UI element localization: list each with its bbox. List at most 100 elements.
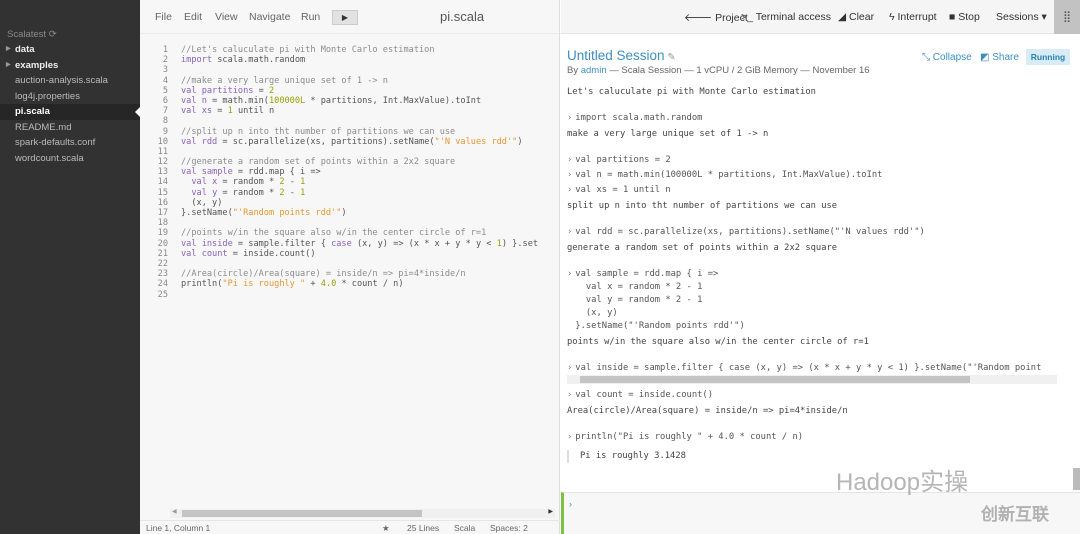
code-token: import (181, 55, 213, 66)
console-horizontal-scrollbar[interactable] (567, 375, 1057, 384)
code-token: ) (517, 136, 523, 147)
session-title[interactable]: Untitled Session ✎ (567, 48, 676, 63)
stop-button[interactable]: ■ Stop (949, 11, 980, 23)
code-token: val (181, 85, 197, 96)
clear-button[interactable]: ◢ Clear (838, 11, 874, 23)
code-token: val (181, 248, 197, 259)
edit-icon[interactable]: ✎ (665, 52, 675, 63)
console-line-text: val x = random * 2 - 1 (575, 282, 703, 292)
code-token: = sample.filter { (232, 238, 332, 249)
scroll-right-icon[interactable]: ▶ (548, 508, 553, 515)
file-label: log4j.properties (15, 90, 80, 102)
scrollbar-thumb[interactable] (182, 510, 422, 517)
console-code-line: › import scala.math.random (567, 112, 702, 125)
console-line-text: val partitions = 2 (575, 155, 671, 165)
scroll-left-icon[interactable]: ◀ (172, 508, 177, 515)
collapse-button[interactable]: ⤡ Collapse (922, 52, 972, 63)
indent-setting[interactable]: Spaces: 2 (490, 523, 528, 533)
code-line: 11 (140, 147, 560, 157)
file-item[interactable]: wordcount.scala (0, 151, 140, 167)
session-meta-text: — Scala Session — 1 vCPU / 2 GiB Memory … (606, 65, 870, 76)
folder-item[interactable]: ▶ data (0, 42, 140, 58)
line-count: 25 Lines (407, 523, 440, 533)
line-number: 9 (162, 126, 168, 137)
project-button[interactable]: 🡐 Project (684, 11, 748, 24)
line-number: 17 (157, 208, 168, 218)
console-line-text: import scala.math.random (575, 113, 703, 123)
project-label: Scalatest (7, 29, 47, 40)
file-title: pi.scala (440, 9, 485, 24)
console-line-text: generate a random set of points within a… (567, 243, 838, 253)
line-number: 18 (157, 218, 168, 229)
code-token: until n (232, 106, 275, 117)
code-line: 10 val rdd = sc.parallelize(xs, partition… (140, 137, 560, 147)
console-line-text: println("Pi is roughly " + 4.0 * count /… (575, 432, 804, 442)
arrow-left-icon: 🡐 (684, 12, 716, 24)
menu-edit[interactable]: Edit (184, 11, 202, 23)
menu-navigate[interactable]: Navigate (249, 11, 290, 23)
menu-file[interactable]: File (155, 11, 172, 23)
console-line-text: val sample = rdd.map { i => (575, 269, 719, 279)
expand-icon[interactable]: ▶ (6, 42, 11, 58)
code-area[interactable]: 1 //Let's caluculate pi with Monte Carlo … (140, 45, 560, 300)
file-item[interactable]: auction-analysis.scala (0, 73, 140, 89)
console-line-text: val n = math.min(100000L * partitions, I… (575, 170, 883, 180)
menu-view[interactable]: View (215, 11, 238, 23)
refresh-icon[interactable]: ⟳ (49, 29, 57, 40)
stop-label: Stop (958, 11, 980, 23)
code-line: 14 val x = random * 2 - 1 (140, 177, 560, 187)
expand-icon[interactable]: ▶ (6, 58, 11, 74)
interrupt-button[interactable]: ϟ Interrupt (889, 11, 937, 23)
code-line: 25 (140, 290, 560, 300)
file-label: README.md (15, 121, 72, 133)
code-token: 1 (300, 177, 306, 188)
session-title-text: Untitled Session (567, 48, 665, 63)
star-icon[interactable]: ★ (382, 523, 390, 534)
code-token: y (206, 187, 218, 198)
code-line: 16 (x, y) (140, 198, 560, 208)
console-text-line: make a very large unique set of 1 -> n (567, 128, 768, 141)
console-input[interactable]: › (561, 492, 1080, 534)
play-icon: ▶ (341, 13, 349, 22)
language-mode[interactable]: Scala (454, 523, 475, 533)
code-token: val (181, 95, 197, 106)
console-code-line: › val count = inside.count() (567, 389, 713, 402)
line-number: 19 (157, 228, 168, 239)
line-number: 21 (157, 248, 168, 259)
user-link[interactable]: admin (581, 65, 607, 76)
editor-menubar: File Edit View Navigate Run ▶ pi.scala (140, 0, 559, 34)
project-name: Scalatest ⟳ (7, 29, 57, 40)
code-token: "'Random points rdd'" (232, 208, 342, 218)
code-token: = math.min( (206, 95, 269, 106)
file-item[interactable]: README.md (0, 120, 140, 136)
apps-grid-button[interactable]: ⣿ (1054, 0, 1080, 34)
sessions-dropdown[interactable]: Sessions ▾ (996, 11, 1047, 23)
code-token: scala.math.random (212, 55, 306, 66)
share-button[interactable]: ◩ Share (980, 52, 1019, 63)
editor-horizontal-scrollbar[interactable]: ◀ ▶ (170, 509, 555, 518)
console-line-text: points w/in the square also w/in the cen… (567, 337, 869, 347)
line-number: 7 (162, 106, 168, 117)
prompt-icon: › (567, 155, 573, 165)
eraser-icon: ◢ (838, 11, 849, 23)
code-token: case (331, 238, 352, 249)
code-token: ) }.set (501, 238, 539, 249)
code-line: 1 //Let's caluculate pi with Monte Carlo … (140, 45, 560, 55)
folder-item[interactable]: ▶ examples (0, 58, 140, 74)
file-label: wordcount.scala (15, 152, 84, 164)
code-token: val (181, 106, 197, 117)
file-item[interactable]: pi.scala (0, 104, 140, 120)
scrollbar-thumb[interactable] (580, 376, 970, 383)
prompt-icon: › (567, 432, 573, 442)
code-token: partitions (196, 85, 254, 96)
code-line: 23 //Area(circle)/Area(square) = inside/n… (140, 269, 560, 279)
run-button[interactable]: ▶ (332, 10, 358, 25)
file-item[interactable]: log4j.properties (0, 89, 140, 105)
file-item[interactable]: spark-defaults.conf (0, 135, 140, 151)
menu-run[interactable]: Run (301, 11, 320, 23)
console-vertical-scrollbar[interactable] (1073, 468, 1080, 490)
by-label: By (567, 65, 579, 76)
prompt-icon: › (567, 227, 573, 237)
stop-icon: ■ (949, 11, 959, 23)
terminal-button[interactable]: >_ Terminal access (741, 11, 831, 23)
